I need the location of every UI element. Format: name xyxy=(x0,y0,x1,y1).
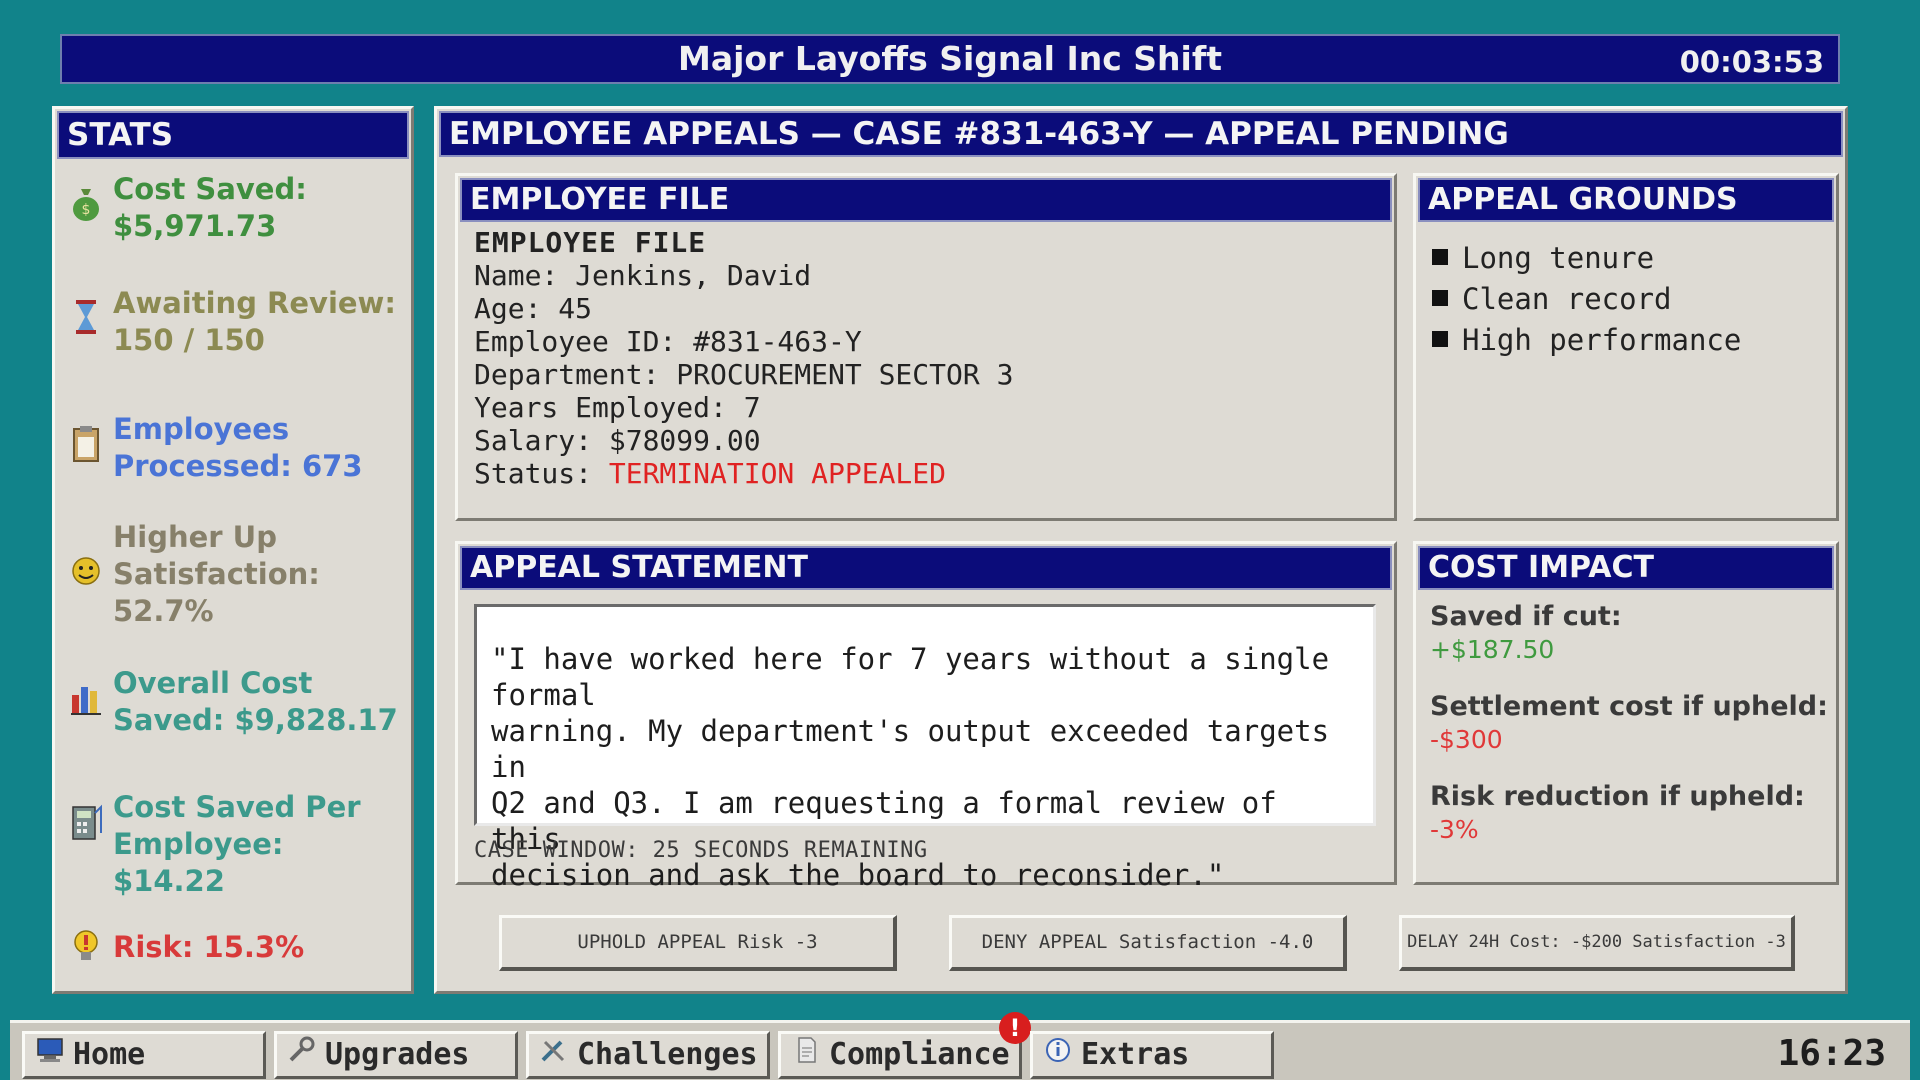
stat-overall-text: Overall Cost Saved: $9,828.17 xyxy=(113,665,403,739)
stat-label: Overall Cost xyxy=(113,666,313,700)
stat-per-employee-text: Cost Saved Per Employee: $14.22 xyxy=(113,789,403,900)
stat-value: 52.7% xyxy=(113,594,214,628)
list-item: Long tenure xyxy=(1432,238,1741,279)
deny-appeal-button[interactable]: DENY APPEAL Satisfaction -4.0 xyxy=(949,915,1347,971)
ground-text: High performance xyxy=(1462,323,1742,357)
appeal-statement-heading: APPEAL STATEMENT xyxy=(460,546,1392,590)
employee-appeals-panel: EMPLOYEE APPEALS — CASE #831-463-Y — APP… xyxy=(434,106,1848,994)
appeals-heading: EMPLOYEE APPEALS — CASE #831-463-Y — APP… xyxy=(439,111,1843,157)
money-bag-icon: $ xyxy=(69,183,103,223)
stat-value: 150 / 150 xyxy=(113,323,265,357)
statement-line: warning. My department's output exceeded… xyxy=(491,714,1330,784)
ground-text: Clean record xyxy=(1462,282,1672,316)
saved-if-cut-label: Saved if cut: xyxy=(1430,601,1622,632)
stat-value: Saved: $9,828.17 xyxy=(113,703,398,737)
risk-reduction-label: Risk reduction if upheld: xyxy=(1430,781,1805,812)
taskbar-challenges-button[interactable]: Challenges xyxy=(526,1031,770,1079)
employee-age: Age: 45 xyxy=(474,292,593,325)
stat-label: Higher Up xyxy=(113,520,277,554)
clipboard-icon xyxy=(69,423,103,463)
cost-impact-heading: COST IMPACT xyxy=(1418,546,1834,590)
stat-label: Awaiting Review: xyxy=(113,286,396,320)
taskbar-home-button[interactable]: Home xyxy=(22,1031,266,1079)
appeal-statement-text: "I have worked here for 7 years without … xyxy=(474,604,1376,892)
stats-panel: STATS $ Cost Saved: $5,971.73 Awaiting R… xyxy=(52,106,414,994)
document-icon xyxy=(789,1035,823,1077)
taskbar-upgrades-button[interactable]: Upgrades xyxy=(274,1031,518,1079)
saved-if-cut-value: +$187.50 xyxy=(1430,635,1555,664)
smiley-icon xyxy=(69,551,103,591)
employee-department: Department: PROCUREMENT SECTOR 3 xyxy=(474,358,1014,391)
cost-impact-panel: COST IMPACT Saved if cut: +$187.50 Settl… xyxy=(1413,541,1839,885)
svg-text:$: $ xyxy=(82,202,91,218)
stat-satisfaction-text: Higher Up Satisfaction: 52.7% xyxy=(113,519,403,630)
wrench-icon xyxy=(285,1035,319,1077)
window-title-bar: Major Layoffs Signal Inc Shift 00:03:53 xyxy=(60,34,1840,84)
taskbar-extras-button[interactable]: Extras xyxy=(1030,1031,1274,1079)
stat-label-2: Satisfaction: xyxy=(113,557,320,591)
computer-icon xyxy=(33,1035,67,1077)
case-window-countdown: CASE WINDOW: 25 SECONDS REMAINING xyxy=(474,838,928,863)
employee-id: Employee ID: #831-463-Y xyxy=(474,325,862,358)
taskbar-label: Challenges xyxy=(577,1037,758,1072)
window-title: Major Layoffs Signal Inc Shift xyxy=(678,39,1222,78)
status-label: Status: xyxy=(474,457,609,490)
bullet-icon xyxy=(1432,290,1448,306)
employee-status: Status: TERMINATION APPEALED xyxy=(474,457,1013,490)
taskbar-label: Upgrades xyxy=(325,1037,470,1072)
taskbar-compliance-button[interactable]: Compliance ! xyxy=(778,1012,1031,1079)
employee-salary: Salary: $78099.00 xyxy=(474,424,761,457)
compliance-alert-badge: ! xyxy=(999,1012,1031,1044)
bullet-icon xyxy=(1432,331,1448,347)
stat-value: Processed: 673 xyxy=(113,449,363,483)
uphold-appeal-button[interactable]: UPHOLD APPEAL Risk -3 xyxy=(499,915,897,971)
calculator-icon xyxy=(69,803,103,843)
appeal-grounds-list: Long tenure Clean record High performanc… xyxy=(1432,238,1741,361)
appeal-statement-panel: APPEAL STATEMENT "I have worked here for… xyxy=(455,541,1397,892)
stat-cost-saved-text: Cost Saved: $5,971.73 xyxy=(113,171,403,245)
list-item: High performance xyxy=(1432,320,1741,361)
tools-icon xyxy=(537,1035,571,1077)
game-screen: Major Layoffs Signal Inc Shift 00:03:53 … xyxy=(0,0,1920,1080)
delay-24h-button[interactable]: DELAY 24H Cost: -$200 Satisfaction -3 xyxy=(1399,915,1795,971)
bullet-icon xyxy=(1432,249,1448,265)
stat-risk-text: Risk: 15.3% xyxy=(113,930,305,964)
stat-label: Employees xyxy=(113,412,290,446)
info-icon xyxy=(1041,1035,1075,1077)
cost-impact-body: Saved if cut: +$187.50 Settlement cost i… xyxy=(1430,600,1828,870)
stat-awaiting-text: Awaiting Review: 150 / 150 xyxy=(113,285,403,359)
status-value: TERMINATION APPEALED xyxy=(608,457,947,490)
taskbar-label: Extras xyxy=(1081,1037,1190,1072)
risk-reduction-value: -3% xyxy=(1430,815,1479,844)
employee-file-heading: EMPLOYEE FILE xyxy=(460,178,1392,222)
warning-bulb-icon xyxy=(69,927,103,967)
bar-chart-icon xyxy=(69,677,103,717)
statement-line: "I have worked here for 7 years without … xyxy=(491,642,1330,712)
taskbar-label: Home xyxy=(73,1037,146,1072)
stat-label: Cost Saved: xyxy=(113,172,307,206)
settlement-cost-value: -$300 xyxy=(1430,725,1503,754)
stat-label: Cost Saved Per xyxy=(113,790,361,824)
session-timer: 00:03:53 xyxy=(1679,45,1824,79)
stat-processed-text: Employees Processed: 673 xyxy=(113,411,403,485)
appeal-grounds-heading: APPEAL GROUNDS xyxy=(1418,178,1834,222)
taskbar-label: Compliance xyxy=(829,1037,1010,1072)
employee-name: Name: Jenkins, David xyxy=(474,259,812,292)
appeal-grounds-panel: APPEAL GROUNDS Long tenure Clean record … xyxy=(1413,173,1839,521)
employee-file-panel: EMPLOYEE FILE EMPLOYEE FILE Name: Jenkin… xyxy=(455,173,1397,521)
employee-file-body: EMPLOYEE FILE Name: Jenkins, David Age: … xyxy=(474,226,1013,490)
settlement-cost-label: Settlement cost if upheld: xyxy=(1430,691,1828,722)
ground-text: Long tenure xyxy=(1462,241,1655,275)
employee-years: Years Employed: 7 xyxy=(474,391,761,424)
taskbar: Home Upgrades Challenges Compliance ! Ex… xyxy=(10,1012,1910,1080)
stat-value: Employee: $14.22 xyxy=(113,827,284,898)
taskbar-clock: 16:23 xyxy=(1777,1033,1886,1074)
employee-file-inner-heading: EMPLOYEE FILE xyxy=(474,226,707,259)
stats-heading: STATS xyxy=(57,111,409,159)
stat-value: $5,971.73 xyxy=(113,209,277,243)
hourglass-icon xyxy=(69,297,103,337)
list-item: Clean record xyxy=(1432,279,1741,320)
